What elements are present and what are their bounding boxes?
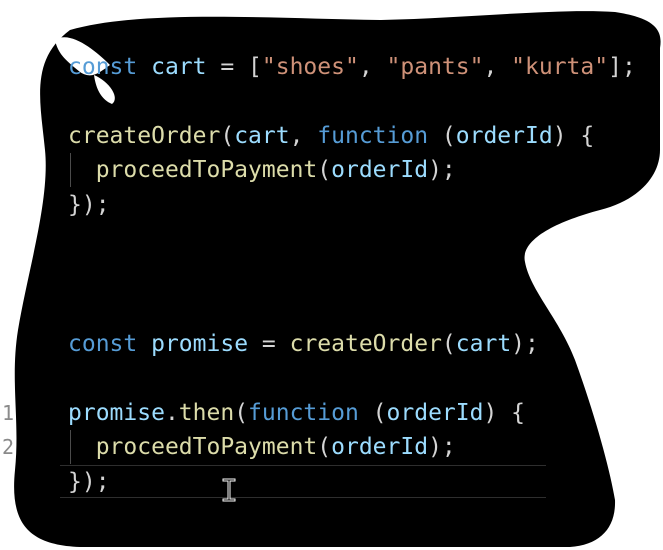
text-cursor-icon — [222, 478, 236, 502]
code-token: promise — [151, 331, 249, 357]
code-token: orderId — [331, 157, 429, 183]
code-token: , — [289, 123, 318, 149]
code-token: }); — [68, 469, 110, 495]
code-token: ) { — [483, 400, 526, 426]
code-token: ]; — [608, 54, 636, 80]
code-token: ( — [220, 123, 235, 149]
code-token: ( — [317, 434, 332, 460]
code-token: promise — [68, 400, 165, 426]
code-token: ); — [428, 157, 456, 183]
code-token: ); — [428, 434, 456, 460]
code-token: orderId — [455, 123, 553, 149]
code-token: "pants" — [386, 54, 484, 80]
code-line[interactable]: }); — [68, 465, 110, 499]
code-token: ( — [358, 400, 387, 426]
code-token: ( — [428, 123, 456, 149]
code-token: ( — [234, 400, 249, 426]
code-token: ( — [441, 331, 456, 357]
code-token: function — [317, 123, 429, 149]
code-token: ); — [511, 331, 539, 357]
code-token: , — [358, 54, 387, 80]
code-token: proceedToPayment — [95, 157, 318, 183]
code-line[interactable]: const promise = createOrder(cart); — [68, 327, 539, 361]
code-line[interactable]: proceedToPayment(orderId); — [68, 153, 456, 187]
code-token: const — [68, 331, 138, 357]
code-line[interactable]: createOrder(cart, function (orderId) { — [68, 119, 594, 153]
code-token: then — [178, 400, 235, 426]
active-line-highlight — [60, 465, 546, 498]
code-token: }); — [68, 192, 110, 218]
screenshot-stage: 1 2 const cart = ["shoes", "pants", "kur… — [0, 0, 663, 550]
code-editor[interactable]: 1 2 const cart = ["shoes", "pants", "kur… — [0, 0, 663, 550]
code-line[interactable]: const cart = ["shoes", "pants", "kurta"]… — [68, 50, 636, 84]
line-number: 1 — [2, 401, 15, 425]
code-token: createOrder — [289, 331, 442, 357]
code-line[interactable]: promise.then(function (orderId) { — [68, 396, 525, 430]
code-token: cart — [455, 331, 512, 357]
line-number: 2 — [2, 435, 15, 459]
code-token: , — [483, 54, 512, 80]
code-token: "shoes" — [261, 54, 359, 80]
code-token: orderId — [386, 400, 484, 426]
code-token: orderId — [331, 434, 429, 460]
code-token: . — [164, 400, 179, 426]
code-token: createOrder — [68, 123, 221, 149]
code-token: const — [68, 54, 138, 80]
code-token: "kurta" — [511, 54, 609, 80]
code-token: ) { — [552, 123, 595, 149]
code-token: = [ — [206, 54, 262, 80]
code-token: function — [248, 400, 359, 426]
code-line[interactable]: proceedToPayment(orderId); — [68, 430, 456, 464]
code-token: ( — [317, 157, 332, 183]
code-line[interactable]: }); — [68, 188, 110, 222]
code-token: = — [248, 331, 290, 357]
code-token: cart — [234, 123, 290, 149]
code-token: proceedToPayment — [95, 434, 318, 460]
code-token: cart — [151, 54, 207, 80]
